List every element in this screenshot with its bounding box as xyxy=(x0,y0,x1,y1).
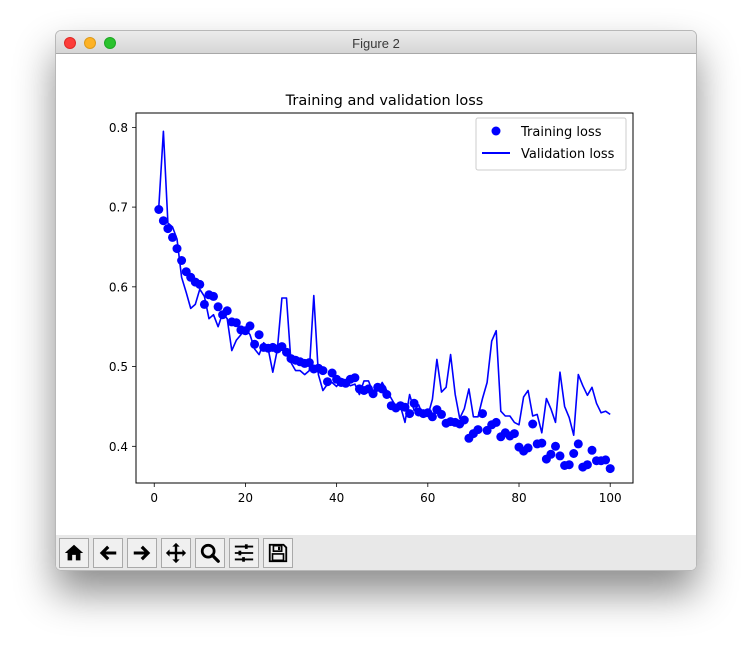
save-button[interactable] xyxy=(263,538,293,568)
training-loss-point xyxy=(172,244,182,254)
move-icon xyxy=(165,542,187,564)
x-tick-label: 100 xyxy=(599,491,622,505)
training-loss-point xyxy=(569,449,579,458)
training-loss-point xyxy=(564,460,574,470)
x-tick-label: 40 xyxy=(329,491,344,505)
training-loss-point xyxy=(582,460,592,470)
training-loss-point xyxy=(195,279,205,289)
training-loss-point xyxy=(213,302,223,312)
training-loss-point xyxy=(405,409,415,419)
arrow-right-icon xyxy=(133,545,151,561)
forward-button[interactable] xyxy=(127,538,157,568)
y-tick-label: 0.8 xyxy=(109,121,128,135)
training-loss-point xyxy=(459,415,469,425)
sliders-icon xyxy=(234,544,254,562)
training-loss-point xyxy=(473,425,483,435)
training-loss-point xyxy=(409,398,419,408)
training-loss-point xyxy=(491,417,501,427)
x-tick-label: 20 xyxy=(238,491,253,505)
training-loss-point xyxy=(587,445,597,455)
training-loss-point xyxy=(250,339,260,349)
window-title: Figure 2 xyxy=(352,36,400,51)
training-loss-point xyxy=(555,451,565,461)
home-button[interactable] xyxy=(59,538,89,568)
title-bar[interactable]: Figure 2 xyxy=(56,31,696,54)
training-loss-point xyxy=(546,449,556,459)
magnifier-icon xyxy=(200,543,220,563)
training-loss-point xyxy=(509,429,519,439)
floppy-disk-icon xyxy=(268,543,288,563)
training-loss-point xyxy=(573,439,583,449)
legend-label-validation: Validation loss xyxy=(521,147,615,162)
legend: Training loss Validation loss xyxy=(475,117,627,171)
x-tick-label: 0 xyxy=(150,491,158,505)
x-tick-label: 60 xyxy=(420,491,435,505)
training-loss-point xyxy=(323,377,332,387)
training-loss-point xyxy=(245,321,255,331)
navigation-toolbar xyxy=(56,535,696,570)
axis-ticks: 0 20 40 60 80 100 0.4 0.5 0.6 0.7 0.8 xyxy=(109,121,622,505)
legend-marker-training xyxy=(491,126,501,136)
y-tick-label: 0.4 xyxy=(109,440,128,454)
training-loss-point xyxy=(254,330,264,340)
training-loss-point xyxy=(350,373,360,383)
training-loss-point xyxy=(601,455,611,465)
training-loss-point xyxy=(437,409,446,419)
legend-label-training: Training loss xyxy=(520,125,602,140)
training-loss-point xyxy=(551,441,560,451)
figure-window: Figure 2 Training and validation loss 0 2… xyxy=(55,30,697,571)
chart-title: Training and validation loss xyxy=(285,93,484,109)
chart-svg: Training and validation loss 0 20 40 60 80 10… xyxy=(109,93,634,505)
training-loss-point xyxy=(154,205,164,214)
training-loss-point xyxy=(177,256,187,265)
home-icon xyxy=(64,544,84,561)
training-loss-point xyxy=(318,366,328,376)
training-loss-point xyxy=(163,224,173,234)
training-loss-point xyxy=(209,291,218,301)
x-tick-label: 80 xyxy=(511,491,526,505)
training-loss-point xyxy=(199,299,209,309)
zoom-button[interactable] xyxy=(195,538,225,568)
training-loss-point xyxy=(382,390,392,399)
configure-subplots-button[interactable] xyxy=(229,538,259,568)
back-button[interactable] xyxy=(93,538,123,568)
training-loss-point xyxy=(605,464,615,474)
training-loss-point xyxy=(222,306,232,316)
y-tick-label: 0.7 xyxy=(109,201,128,215)
training-loss-point xyxy=(478,409,487,419)
y-tick-label: 0.5 xyxy=(109,360,128,374)
arrow-left-icon xyxy=(99,545,117,561)
y-tick-label: 0.6 xyxy=(109,280,128,294)
training-loss-point xyxy=(528,419,538,429)
pan-button[interactable] xyxy=(161,538,191,568)
training-loss-point xyxy=(523,443,533,453)
training-loss-point xyxy=(168,232,177,242)
plot-marks xyxy=(154,130,615,474)
figure-canvas[interactable]: Training and validation loss 0 20 40 60 80 10… xyxy=(56,54,696,535)
training-loss-point xyxy=(537,438,547,448)
training-loss-point xyxy=(158,216,168,226)
